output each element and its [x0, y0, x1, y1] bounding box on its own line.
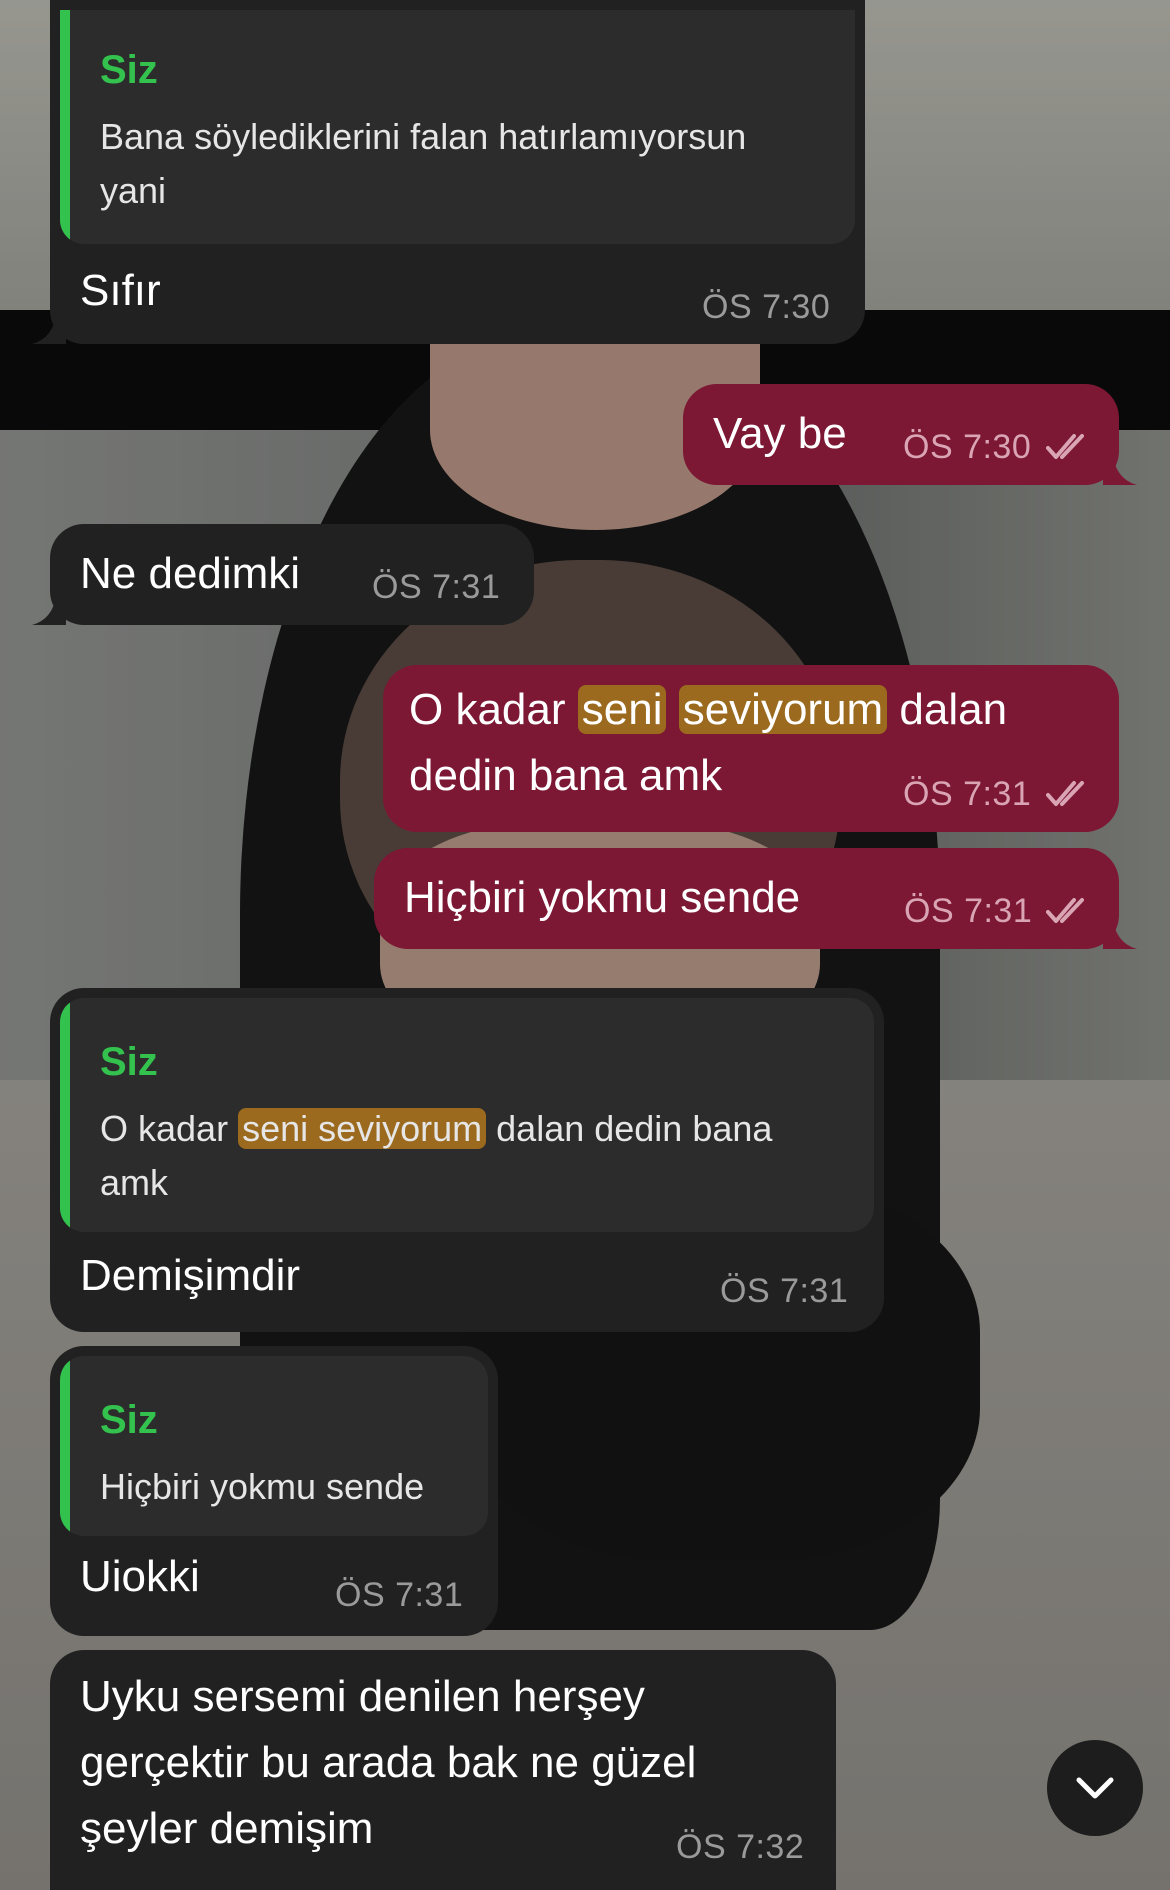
search-highlight: seviyorum [678, 685, 888, 734]
message-bubble-incoming[interactable]: Siz Bana söylediklerini falan hatırlamıy… [32, 0, 865, 344]
reply-quote[interactable]: Siz Hiçbiri yokmu sende [60, 1356, 488, 1536]
message-bubble-incoming[interactable]: Siz O kadar seni seviyorum dalan dedin b… [50, 988, 884, 1332]
quote-text: Bana söylediklerini falan hatırlamıyorsu… [100, 116, 747, 211]
message-text: dedin bana amk [409, 751, 723, 800]
message-bubble-incoming[interactable]: Ne dedimki ÖS 7:31 [32, 524, 534, 625]
double-check-icon [1046, 781, 1084, 806]
quote-sender: Siz [100, 1040, 158, 1084]
chevron-down-icon [1076, 1777, 1114, 1799]
quote-text: Hiçbiri yokmu sende [100, 1466, 425, 1507]
message-time: ÖS 7:31 [372, 568, 501, 606]
message-time: ÖS 7:32 [676, 1828, 805, 1866]
message-time: ÖS 7:30 [903, 428, 1032, 466]
message-bubble-outgoing[interactable]: Hiçbiri yokmu sende ÖS 7:31 [374, 848, 1137, 949]
message-text: O kadar seni seviyorum dalan [409, 685, 1008, 734]
message-bubble-outgoing[interactable]: Vay be ÖS 7:30 [683, 384, 1137, 485]
message-bubble-incoming[interactable]: Siz Hiçbiri yokmu sende Uiokki ÖS 7:31 [50, 1346, 498, 1636]
message-time: ÖS 7:31 [720, 1272, 849, 1310]
message-bubble-incoming[interactable]: Uyku sersemi denilen herşey gerçektir bu… [50, 1650, 836, 1890]
message-text: Sıfır [80, 266, 161, 315]
quote-sender: Siz [100, 1398, 158, 1442]
reply-quote[interactable]: Siz Bana söylediklerini falan hatırlamıy… [60, 10, 855, 244]
message-text: Vay be [713, 409, 847, 458]
scroll-to-bottom-button[interactable] [1047, 1740, 1143, 1836]
search-highlight: seni seviyorum [238, 1108, 487, 1149]
message-text: Hiçbiri yokmu sende [404, 873, 801, 922]
message-time: ÖS 7:31 [335, 1576, 464, 1614]
search-highlight: seni [577, 685, 667, 734]
message-text: şeyler demişim [80, 1804, 374, 1853]
message-time: ÖS 7:31 [903, 775, 1032, 813]
double-check-icon [1046, 434, 1084, 459]
message-text: Uyku sersemi denilen herşey [80, 1672, 645, 1721]
reply-quote[interactable]: Siz O kadar seni seviyorum dalan dedin b… [60, 998, 874, 1232]
double-check-icon [1046, 898, 1084, 923]
message-text: Ne dedimki [80, 549, 301, 598]
message-bubble-outgoing[interactable]: O kadar seni seviyorum dalan dedin bana … [383, 665, 1119, 832]
message-text: Uiokki [80, 1552, 200, 1601]
message-time: ÖS 7:31 [904, 892, 1033, 930]
message-text: gerçektir bu arada bak ne güzel [80, 1738, 697, 1787]
quote-sender: Siz [100, 48, 158, 92]
message-text: Demişimdir [80, 1251, 300, 1300]
quote-text: O kadar seni seviyorum dalan dedin bana … [100, 1108, 773, 1203]
message-time: ÖS 7:30 [702, 288, 831, 326]
